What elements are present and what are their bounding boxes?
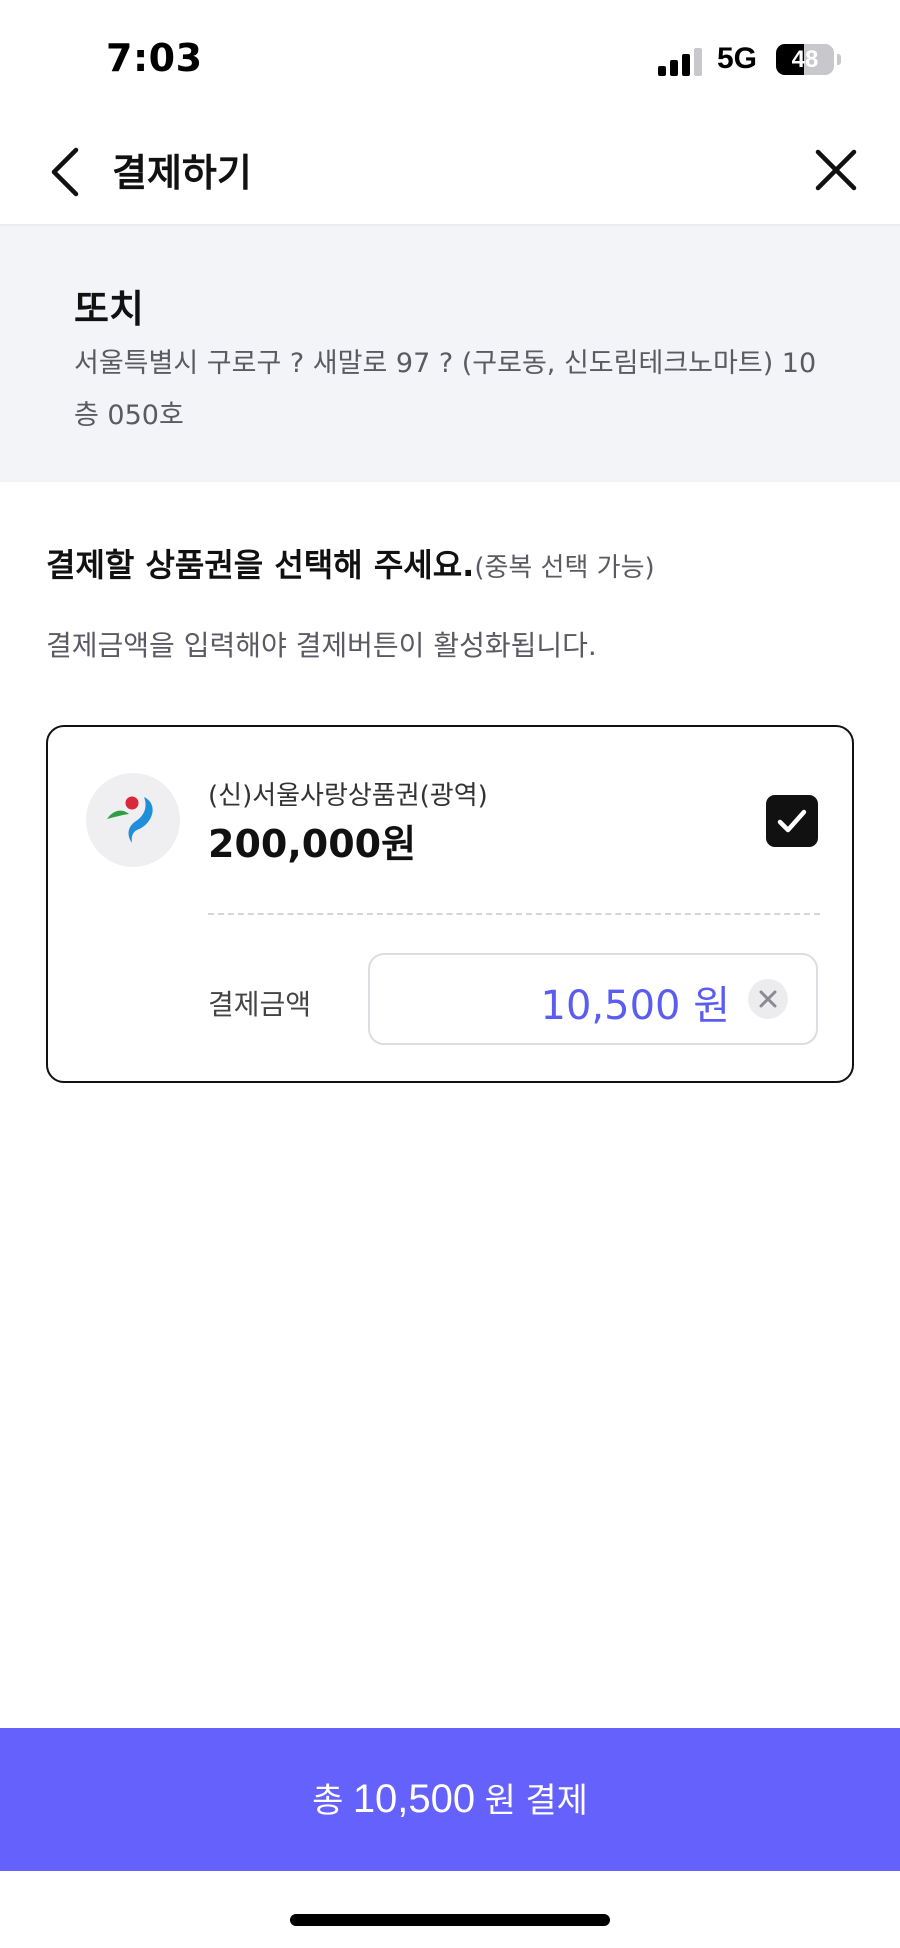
clear-icon xyxy=(759,990,777,1008)
amount-unit: 원 xyxy=(693,983,730,1029)
battery-cap xyxy=(837,54,841,65)
instructions-sub: (중복 선택 가능) xyxy=(474,553,655,583)
voucher-card[interactable]: (신)서울사랑상품권(광역) 200,000원 결제금액 10,500 원 xyxy=(46,725,854,1083)
network-type: 5G xyxy=(717,42,758,75)
status-time: 7:03 xyxy=(106,36,203,80)
seoul-voucher-logo xyxy=(86,773,180,867)
voucher-name: (신)서울사랑상품권(광역) xyxy=(208,781,488,811)
instructions-main: 결제할 상품권을 선택해 주세요. xyxy=(46,546,475,584)
pay-amount: 10,500 xyxy=(352,1777,476,1821)
home-indicator xyxy=(290,1914,610,1926)
store-name: 또치 xyxy=(74,287,144,331)
amount-number: 10,500 xyxy=(540,983,681,1029)
store-info: 또치 서울특별시 구로구 ? 새말로 97 ? (구로동, 신도림테크노마트) … xyxy=(0,226,900,482)
cellular-signal-icon xyxy=(658,46,704,76)
pay-button[interactable]: 총 10,500 원 결제 xyxy=(0,1728,900,1871)
battery-level: 48 xyxy=(791,46,819,73)
close-button[interactable] xyxy=(806,140,866,200)
status-bar: 7:03 5G 48 xyxy=(0,0,900,120)
pay-suffix: 원 결제 xyxy=(484,1782,588,1820)
pay-prefix: 총 xyxy=(312,1782,344,1820)
amount-input[interactable]: 10,500 원 xyxy=(368,953,818,1045)
checkmark-icon xyxy=(777,809,807,833)
header: 결제하기 xyxy=(0,120,900,226)
battery-icon: 48 xyxy=(776,44,834,75)
voucher-checkbox[interactable] xyxy=(766,795,818,847)
divider xyxy=(208,913,820,915)
amount-label: 결제금액 xyxy=(208,988,312,1021)
store-address: 서울특별시 구로구 ? 새말로 97 ? (구로동, 신도림테크노마트) 10층… xyxy=(74,348,817,431)
amount-value: 10,500 원 xyxy=(541,973,731,1031)
voucher-balance: 200,000원 xyxy=(208,822,417,866)
chevron-left-icon xyxy=(51,147,79,197)
pay-button-label: 총 10,500 원 결제 xyxy=(0,1728,900,1871)
seoul-logo-mark xyxy=(107,796,153,843)
back-button[interactable] xyxy=(40,140,100,200)
close-icon xyxy=(815,149,857,191)
clear-amount-button[interactable] xyxy=(748,979,788,1019)
instructions-description: 결제금액을 입력해야 결제버튼이 활성화됩니다. xyxy=(46,629,597,662)
page-title: 결제하기 xyxy=(112,151,252,195)
instructions-title: 결제할 상품권을 선택해 주세요.(중복 선택 가능) xyxy=(46,540,655,586)
